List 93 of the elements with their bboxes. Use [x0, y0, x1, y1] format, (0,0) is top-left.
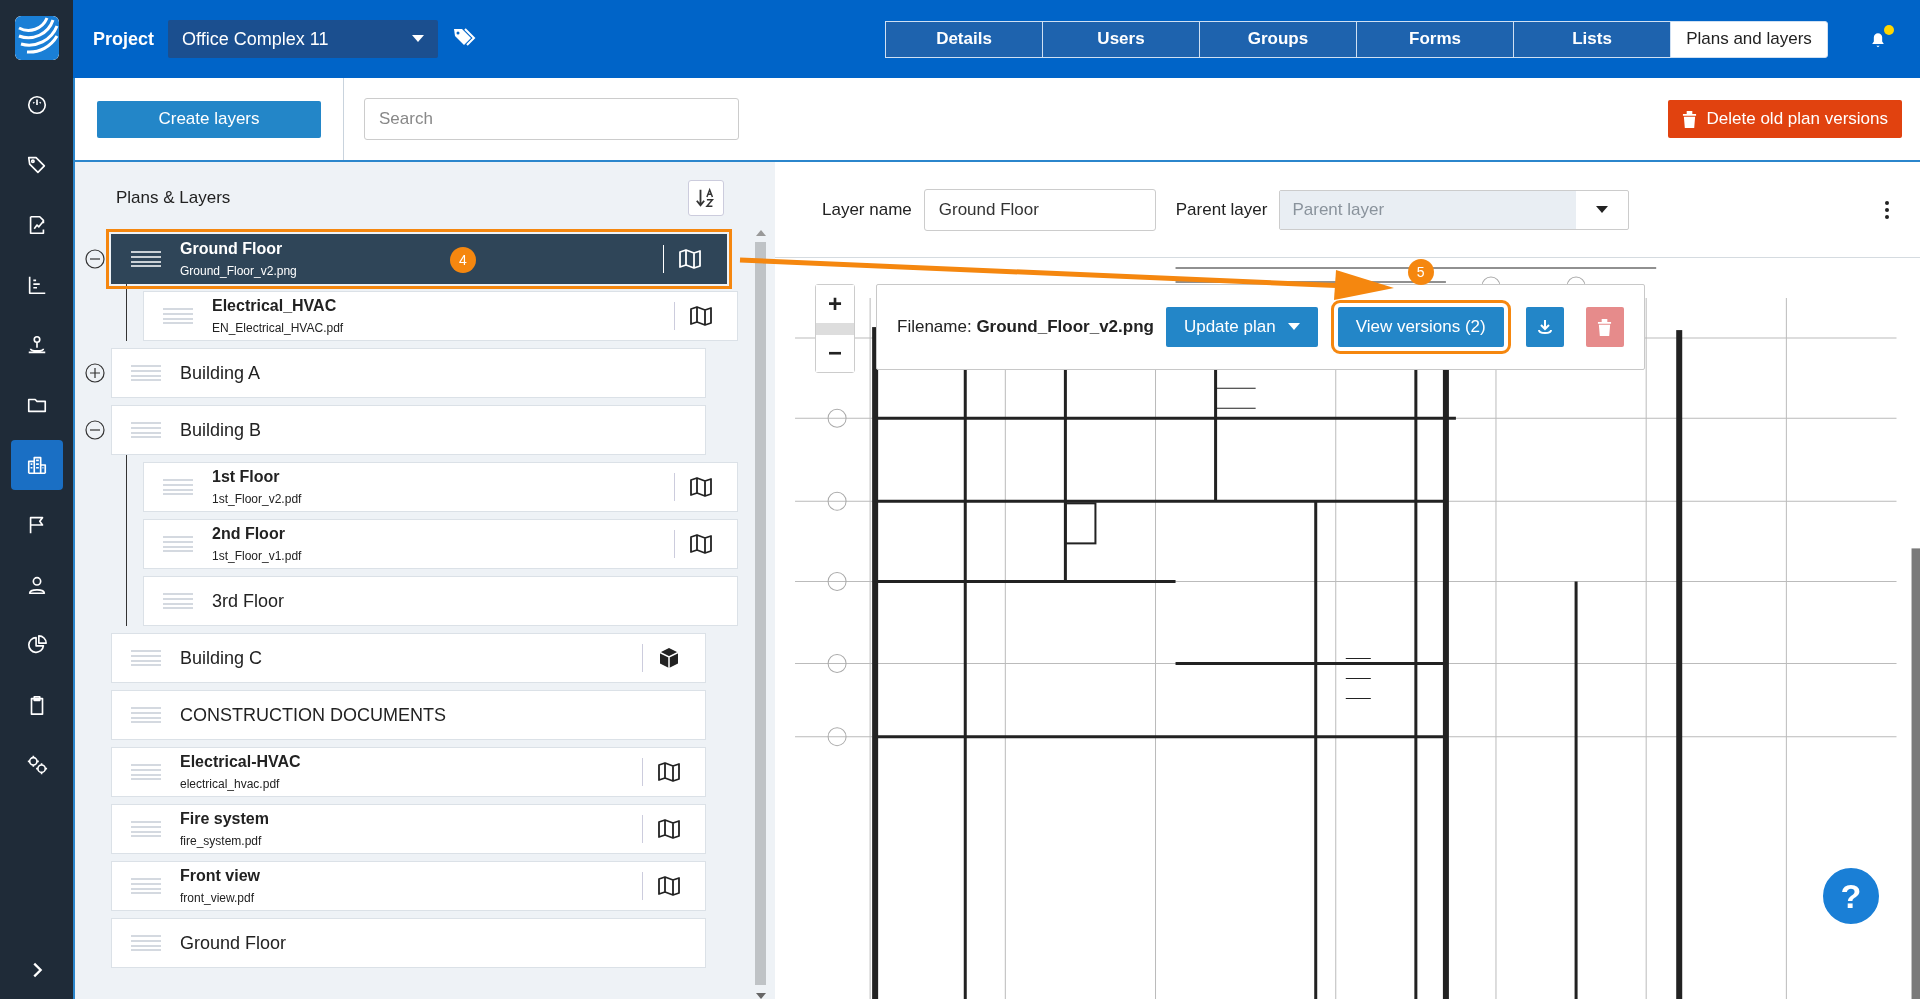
layer-name: Electrical_HVAC	[212, 297, 338, 315]
zoom-out-button[interactable]: −	[816, 322, 854, 372]
tab[interactable]: Details	[885, 20, 1043, 58]
tab[interactable]: Plans and layers	[1670, 20, 1828, 58]
layer-name: 2nd Floor	[212, 525, 286, 543]
delete-old-versions-button[interactable]: Delete old plan versions	[1667, 100, 1902, 138]
layer-name: 3rd Floor	[212, 590, 286, 612]
download-icon	[1536, 319, 1553, 335]
trash-icon	[1681, 110, 1697, 128]
nav-item[interactable]	[10, 440, 63, 490]
layer-name: Ground Floor	[180, 240, 284, 258]
file-name: electrical_hvac.pdf	[180, 777, 281, 791]
map-icon	[689, 304, 713, 328]
filename-text: Filename: Ground_Floor_v2.png	[897, 317, 1154, 337]
layer-name: Front view	[180, 867, 261, 885]
tags-icon	[25, 154, 48, 176]
field-label: Parent layer	[1175, 199, 1268, 220]
layer-name: Building B	[180, 419, 263, 441]
file-name: Ground_Floor_v2.png	[180, 264, 298, 278]
layer-item[interactable]: 1st Floor 1st_Floor_v2.pdf	[143, 462, 738, 512]
cube-icon	[657, 646, 681, 670]
file-name: EN_Electrical_HVAC.pdf	[212, 321, 345, 335]
file-name: 1st_Floor_v1.pdf	[212, 549, 303, 563]
tab[interactable]: Forms	[1356, 20, 1514, 58]
layer-item[interactable]: 2nd Floor 1st_Floor_v1.pdf	[143, 519, 738, 569]
caret-icon	[1287, 323, 1300, 331]
file-name: front_view.pdf	[180, 891, 256, 905]
layer-item[interactable]: CONSTRUCTION DOCUMENTS	[111, 690, 706, 740]
map-icon	[657, 817, 681, 841]
map-icon	[689, 532, 713, 556]
scroll-down-icon	[755, 993, 766, 999]
project-label: Project	[93, 28, 155, 50]
scroll-up-icon	[755, 230, 766, 236]
layer-name: 1st Floor	[212, 468, 281, 486]
layer-item[interactable]: Building C	[111, 633, 706, 683]
layer-name: Ground Floor	[180, 932, 288, 954]
parent-layer-select[interactable]: Parent layer	[1279, 189, 1630, 230]
layer-item[interactable]: Fire system fire_system.pdf	[111, 804, 706, 854]
layer-name: CONSTRUCTION DOCUMENTS	[180, 704, 447, 726]
scrollbar[interactable]	[754, 230, 767, 999]
drag-handle-icon	[131, 650, 161, 666]
tab[interactable]: Groups	[1199, 20, 1357, 58]
layer-name: Building C	[180, 647, 264, 669]
tab[interactable]: Users	[1042, 20, 1200, 58]
map-icon	[689, 475, 713, 499]
update-plan-button[interactable]: Update plan	[1165, 307, 1318, 347]
project-select[interactable]: Office Complex 11	[168, 20, 439, 58]
panel-title: Plans & Layers	[116, 188, 231, 208]
map-icon	[678, 247, 702, 271]
layer-item[interactable]: Electrical-HVAC electrical_hvac.pdf	[111, 747, 706, 797]
pie-chart-icon	[25, 634, 48, 656]
caret-icon	[1596, 205, 1609, 214]
field-label: Layer name	[822, 199, 912, 220]
download-button[interactable]	[1525, 307, 1564, 347]
trash-icon	[1597, 318, 1613, 336]
sort-icon	[695, 187, 717, 209]
layer-item[interactable]: Ground Floor	[111, 918, 706, 968]
layer-name: Fire system	[180, 810, 270, 828]
drag-handle-icon	[163, 308, 193, 324]
step-badge: 4	[450, 247, 476, 273]
drag-handle-icon	[131, 365, 161, 381]
layer-item[interactable]: Building A	[111, 348, 706, 398]
caret-icon	[412, 35, 425, 43]
drag-handle-icon	[163, 536, 193, 552]
layer-name: Building A	[180, 362, 262, 384]
map-icon	[657, 760, 681, 784]
logo-icon	[14, 16, 59, 60]
layer-item[interactable]: Front view front_view.pdf	[111, 861, 706, 911]
search-field[interactable]: Search	[364, 98, 739, 140]
drag-handle-icon	[163, 479, 193, 495]
drag-handle-icon	[131, 422, 161, 438]
layer-item[interactable]: 3rd Floor	[143, 576, 738, 626]
sort-button[interactable]	[688, 180, 724, 216]
map-icon	[657, 874, 681, 898]
drag-handle-icon	[163, 593, 193, 609]
gears-icon	[25, 754, 48, 776]
layer-name-field[interactable]: Ground Floor	[923, 188, 1156, 231]
tab[interactable]: Lists	[1513, 20, 1671, 58]
drag-handle-icon	[131, 821, 161, 837]
gauge-icon	[25, 94, 48, 116]
drag-handle-icon	[131, 707, 161, 723]
drag-handle-icon	[131, 935, 161, 951]
layer-item[interactable]: Building B	[111, 405, 706, 455]
file-name: fire_system.pdf	[180, 834, 263, 848]
create-layers-button[interactable]: Create layers	[97, 100, 321, 138]
buildings-icon	[25, 454, 48, 476]
layer-name: Electrical-HVAC	[180, 753, 302, 771]
file-name: 1st_Floor_v2.pdf	[212, 492, 303, 506]
drag-handle-icon	[131, 764, 161, 780]
layer-item[interactable]: Electrical_HVAC EN_Electrical_HVAC.pdf	[143, 291, 738, 341]
more-icon	[1884, 199, 1890, 220]
drag-handle-icon	[131, 878, 161, 894]
drag-handle-icon	[131, 251, 161, 267]
